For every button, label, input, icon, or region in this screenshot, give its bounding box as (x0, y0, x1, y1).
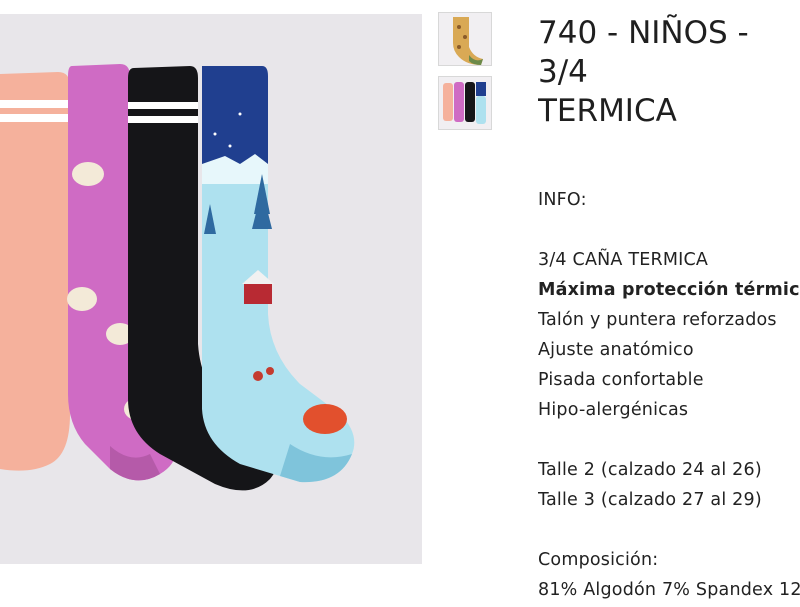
composition-value: 81% Algodón 7% Spandex 12% (538, 580, 800, 600)
thumbnail-four-socks[interactable] (438, 76, 492, 130)
size-item: Talle 2 (calzado 24 al 26) (538, 460, 762, 480)
feature-item: 3/4 CAÑA TERMICA (538, 250, 709, 270)
product-description: INFO: 3/4 CAÑA TERMICA Máxima protección… (538, 185, 800, 605)
feature-item-highlight: Máxima protección térmica! (538, 280, 800, 300)
feature-item: Ajuste anatómico (538, 340, 694, 360)
thumbnail-mustard-socks[interactable] (438, 12, 492, 66)
feature-item: Pisada confortable (538, 370, 704, 390)
blue-sock (202, 66, 355, 483)
peach-sock (0, 72, 70, 471)
size-item: Talle 3 (calzado 27 al 29) (538, 490, 762, 510)
feature-item: Talón y puntera reforzados (538, 310, 777, 330)
feature-item: Hipo-alergénicas (538, 400, 689, 420)
product-title: 740 - NIÑOS - 3/4 TERMICA (538, 15, 749, 129)
composition-heading: Composición: (538, 550, 659, 570)
product-main-image (0, 14, 422, 564)
info-heading: INFO: (538, 190, 587, 210)
